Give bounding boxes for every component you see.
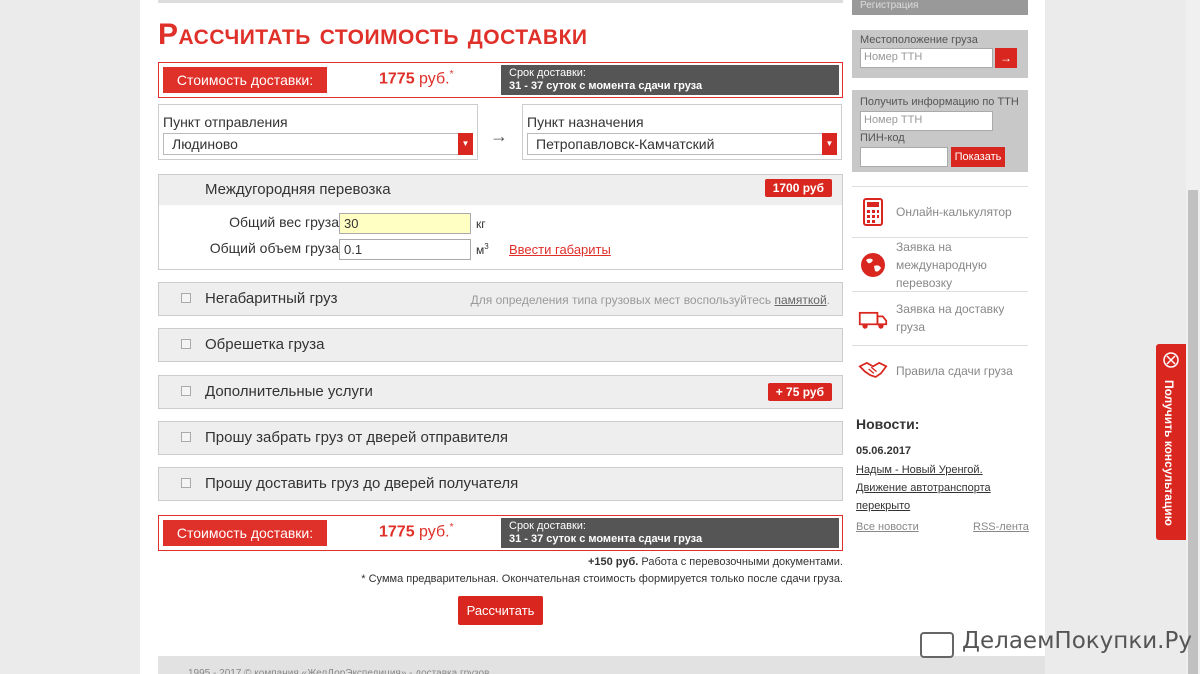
volume-unit: м3 xyxy=(476,242,489,257)
sidebar-link-rules[interactable]: Правила сдачи груза xyxy=(852,345,1028,395)
delivery-term: Срок доставки: 31 - 37 суток с момента с… xyxy=(501,65,839,95)
scrollbar[interactable] xyxy=(1186,0,1200,674)
footer: 1995 - 2017 © компания «ЖелДорЭкспедиция… xyxy=(158,656,1045,674)
extra-services-badge: + 75 руб xyxy=(767,383,832,401)
crating-checkbox[interactable] xyxy=(181,339,191,349)
sidebar-link-calculator[interactable]: Онлайн-калькулятор xyxy=(852,186,1028,236)
news-header: Новости: xyxy=(856,416,920,432)
delivery-title: Прошу доставить груз до дверей получател… xyxy=(205,475,519,492)
intercity-price-badge: 1700 руб xyxy=(764,179,832,197)
ttn-info-title: Получить информацию по ТТН xyxy=(860,96,1019,108)
intercity-section: Междугородняя перевозка 1700 руб Общий в… xyxy=(158,174,843,270)
sidebar-link-label: Онлайн-калькулятор xyxy=(896,205,1012,219)
oversized-title: Негабаритный груз xyxy=(205,290,338,307)
intercity-fields: Общий вес груза 30 кг Общий объем груза … xyxy=(159,205,842,269)
origin-label: Пункт отправления xyxy=(163,114,288,130)
top-image-strip xyxy=(158,0,843,3)
ttn-number-input[interactable]: Номер ТТН xyxy=(860,111,993,131)
weight-input[interactable]: 30 xyxy=(339,213,471,234)
cost-summary-top: Стоимость доставки: 1775 руб.* Срок дост… xyxy=(158,62,843,98)
volume-label: Общий объем груза xyxy=(209,240,339,256)
page-title: Рассчитать стоимость доставки xyxy=(158,18,588,51)
oversized-checkbox[interactable] xyxy=(181,293,191,303)
option-extra-services[interactable]: Дополнительные услуги + 75 руб xyxy=(158,375,843,409)
origin-box: Пункт отправления Людиново ▼ xyxy=(158,104,478,160)
weight-unit: кг xyxy=(476,217,486,231)
register-link[interactable]: Регистрация xyxy=(852,0,1028,15)
watermark: ДелаемПокупки.Ру xyxy=(962,628,1192,654)
rss-link[interactable]: RSS-лента xyxy=(973,521,1029,533)
chevron-down-icon[interactable]: ▼ xyxy=(458,133,473,155)
all-news-link[interactable]: Все новости xyxy=(856,521,919,533)
weight-label: Общий вес груза xyxy=(229,214,339,230)
option-oversized[interactable]: Негабаритный груз Для определения типа г… xyxy=(158,282,843,316)
option-delivery[interactable]: Прошу доставить груз до дверей получател… xyxy=(158,467,843,501)
crating-title: Обрешетка груза xyxy=(205,336,325,353)
option-crating[interactable]: Обрешетка груза xyxy=(158,328,843,362)
enter-dimensions-link[interactable]: Ввести габариты xyxy=(509,242,611,257)
cost-label: Стоимость доставки: xyxy=(163,67,327,93)
chevron-down-icon[interactable]: ▼ xyxy=(822,133,837,155)
option-pickup[interactable]: Прошу забрать груз от дверей отправителя xyxy=(158,421,843,455)
news-date: 05.06.2017 xyxy=(856,445,912,457)
globe-icon xyxy=(861,253,885,277)
destination-select[interactable]: Петропавловск-Камчатский ▼ xyxy=(527,133,837,155)
sidebar-link-delivery-request[interactable]: Заявка на доставку груза xyxy=(852,291,1028,345)
show-button[interactable]: Показать xyxy=(951,147,1005,167)
consultation-label: Получить консультацию xyxy=(1162,380,1176,526)
pin-input[interactable] xyxy=(860,147,948,167)
sidebar-link-international[interactable]: Заявка на международную перевозку xyxy=(852,237,1028,291)
watermark-logo-icon xyxy=(920,632,954,658)
tools-icon xyxy=(1163,352,1179,368)
sidebar-link-label: Заявка на доставку груза xyxy=(896,302,1005,334)
pickup-checkbox[interactable] xyxy=(181,432,191,442)
memo-hint: Для определения типа грузовых мест воспо… xyxy=(470,293,830,307)
docs-note: +150 руб. Работа с перевозочными докумен… xyxy=(587,556,843,568)
consultation-tab[interactable]: Получить консультацию xyxy=(1156,344,1186,540)
calculator-icon xyxy=(863,198,883,226)
cargo-location-title: Местоположение груза xyxy=(860,34,978,46)
extra-services-title: Дополнительные услуги xyxy=(205,383,373,400)
pickup-title: Прошу забрать груз от дверей отправителя xyxy=(205,429,509,446)
arrow-right-icon: → xyxy=(490,126,508,146)
truck-icon xyxy=(858,311,888,329)
cost-summary-bottom: Стоимость доставки: 1775 руб.* Срок дост… xyxy=(158,515,843,551)
sidebar-link-label: Правила сдачи груза xyxy=(896,364,1013,378)
destination-box: Пункт назначения Петропавловск-Камчатски… xyxy=(522,104,842,160)
cost-price: 1775 руб.* xyxy=(379,69,454,88)
handshake-icon xyxy=(858,361,888,378)
destination-label: Пункт назначения xyxy=(527,114,644,130)
memo-link[interactable]: памяткой xyxy=(774,293,826,307)
pin-label: ПИН-код xyxy=(860,132,905,144)
origin-select[interactable]: Людиново ▼ xyxy=(163,133,473,155)
delivery-checkbox[interactable] xyxy=(181,478,191,488)
location-ttn-input[interactable]: Номер ТТН xyxy=(860,48,993,68)
cost-price: 1775 руб.* xyxy=(379,522,454,541)
cost-label: Стоимость доставки: xyxy=(163,520,327,546)
news-item-link[interactable]: Надым - Новый Уренгой. Движение автотран… xyxy=(856,461,1016,515)
volume-input[interactable]: 0.1 xyxy=(339,239,471,260)
calculate-button[interactable]: Рассчитать xyxy=(458,596,543,625)
extra-services-checkbox[interactable] xyxy=(181,386,191,396)
arrow-right-icon[interactable]: → xyxy=(995,48,1017,68)
delivery-term: Срок доставки: 31 - 37 суток с момента с… xyxy=(501,518,839,548)
scrollbar-thumb[interactable] xyxy=(1188,190,1198,674)
preliminary-note: * Сумма предварительная. Окончательная с… xyxy=(361,573,843,585)
intercity-title: Междугородняя перевозка xyxy=(205,181,391,198)
sidebar-link-label: Заявка на международную перевозку xyxy=(896,240,987,290)
